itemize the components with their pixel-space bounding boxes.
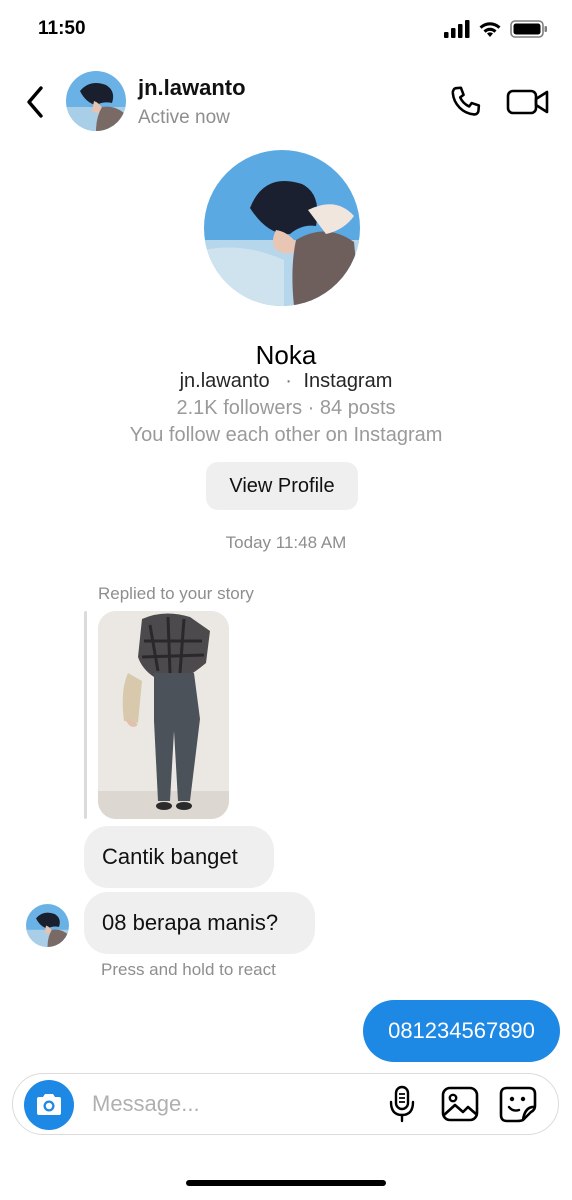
phone-icon: [451, 86, 481, 116]
incoming-message[interactable]: 08 berapa manis?: [84, 892, 315, 954]
gallery-button[interactable]: [440, 1084, 480, 1124]
view-profile-button[interactable]: View Profile: [206, 462, 358, 510]
outgoing-message[interactable]: 081234567890: [363, 1000, 560, 1062]
sender-avatar[interactable]: [26, 904, 69, 947]
voice-message-button[interactable]: [386, 1084, 418, 1124]
header-avatar[interactable]: [66, 71, 126, 131]
profile-handle: jn.lawanto: [179, 370, 270, 392]
profile-mutual-follow: You follow each other on Instagram: [129, 424, 443, 446]
gallery-icon: [441, 1086, 479, 1122]
microphone-icon: [389, 1085, 415, 1123]
story-reply-label: Replied to your story: [98, 584, 254, 603]
header-username[interactable]: jn.lawanto: [138, 75, 246, 101]
back-button[interactable]: [18, 82, 52, 122]
profile-separator: ·: [285, 370, 292, 392]
incoming-message[interactable]: Cantik banget: [84, 826, 274, 888]
react-hint: Press and hold to react: [101, 960, 276, 979]
signal-icon: [444, 20, 470, 38]
status-time: 11:50: [38, 18, 86, 39]
video-camera-icon: [506, 89, 549, 115]
camera-button[interactable]: [24, 1080, 74, 1130]
video-call-button[interactable]: [506, 86, 550, 118]
profile-avatar[interactable]: [204, 150, 360, 306]
wifi-icon: [479, 22, 501, 37]
home-indicator[interactable]: [186, 1180, 386, 1186]
battery-icon: [510, 20, 547, 38]
profile-platform: Instagram: [303, 370, 393, 392]
audio-call-button[interactable]: [448, 84, 484, 120]
message-input[interactable]: [86, 1082, 378, 1126]
profile-stats: 2.1K followers · 84 posts: [176, 397, 396, 419]
status-icons: [444, 20, 548, 38]
profile-name: Noka: [255, 340, 317, 370]
header-active-status: Active now: [138, 107, 230, 128]
reply-indicator-bar: [84, 611, 87, 819]
chat-timestamp: Today 11:48 AM: [225, 533, 347, 552]
back-icon: [27, 86, 43, 118]
sticker-button[interactable]: [497, 1084, 539, 1124]
camera-icon: [37, 1094, 61, 1115]
profile-handle-line: jn.lawanto · Instagram: [0, 370, 572, 393]
story-thumbnail[interactable]: [98, 611, 229, 819]
sticker-icon: [499, 1086, 537, 1123]
